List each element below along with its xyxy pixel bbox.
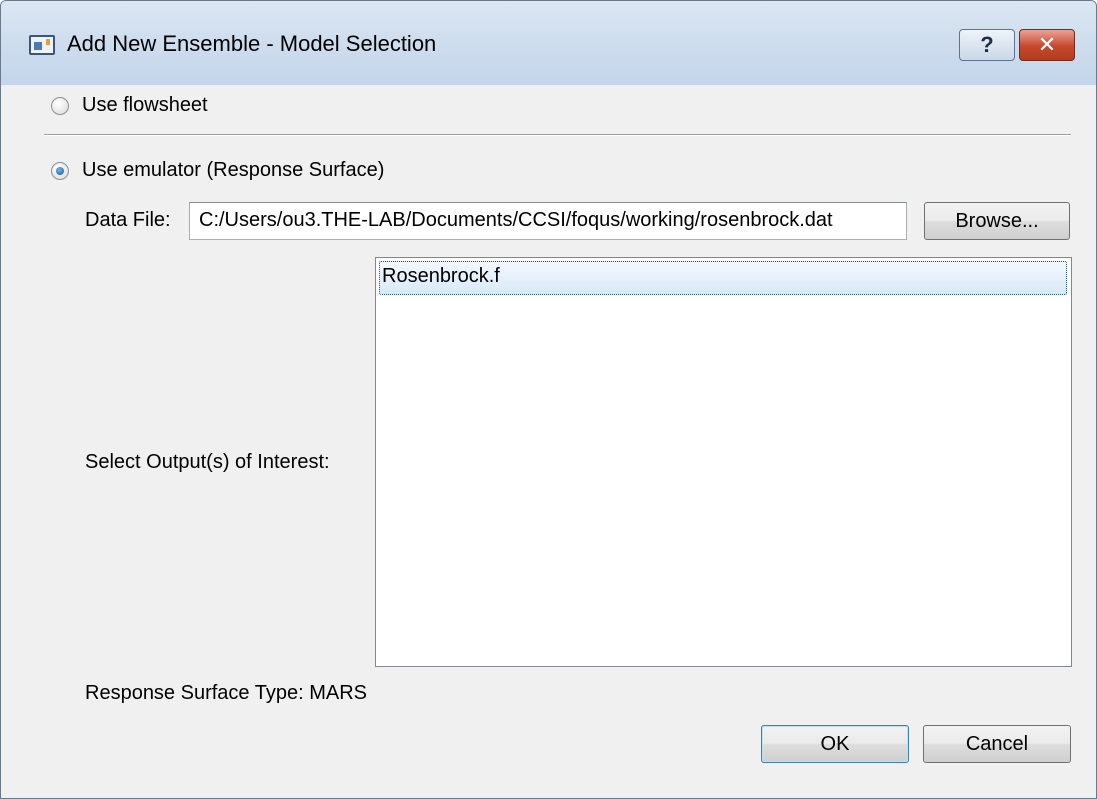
help-icon: ? <box>980 32 994 57</box>
dialog-content: Use flowsheet Use emulator (Response Sur… <box>1 85 1096 798</box>
close-button[interactable]: ✕ <box>1019 29 1075 61</box>
emulator-label[interactable]: Use emulator (Response Surface) <box>82 159 384 182</box>
ok-button[interactable]: OK <box>761 725 909 763</box>
browse-button[interactable]: Browse... <box>924 202 1070 240</box>
response-surface-type: Response Surface Type: MARS <box>85 682 367 704</box>
browse-button-label: Browse... <box>955 209 1039 232</box>
separator <box>44 134 1071 136</box>
help-button[interactable]: ? <box>959 29 1015 61</box>
outputs-list[interactable]: Rosenbrock.f <box>375 257 1072 667</box>
close-icon: ✕ <box>1037 32 1057 57</box>
dialog-window: Add New Ensemble - Model Selection ? ✕ U… <box>0 0 1097 799</box>
title-bar[interactable]: Add New Ensemble - Model Selection ? ✕ <box>1 1 1096 85</box>
ok-button-label: OK <box>820 732 850 755</box>
cancel-button[interactable]: Cancel <box>923 725 1071 763</box>
data-file-field[interactable]: C:/Users/ou3.THE-LAB/Documents/CCSI/foqu… <box>189 202 907 240</box>
window-title: Add New Ensemble - Model Selection <box>67 31 437 56</box>
flowsheet-radio[interactable] <box>51 97 69 115</box>
emulator-radio[interactable] <box>51 162 69 180</box>
data-file-label: Data File: <box>85 209 171 231</box>
list-item[interactable]: Rosenbrock.f <box>379 261 1067 295</box>
outputs-label: Select Output(s) of Interest: <box>85 451 330 473</box>
app-window-icon <box>29 35 55 55</box>
cancel-button-label: Cancel <box>965 732 1029 755</box>
flowsheet-label[interactable]: Use flowsheet <box>82 94 208 117</box>
